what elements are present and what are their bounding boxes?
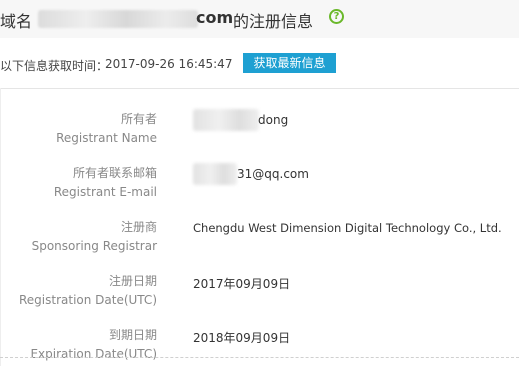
registration-date-label: 注册日期 Registration Date(UTC) <box>19 272 157 310</box>
expiration-date-label-en: Expiration Date(UTC) <box>30 347 157 361</box>
fetch-time-label: 以下信息获取时间： <box>0 59 109 73</box>
registrant-name-label: 所有者 Registrant Name <box>56 110 157 148</box>
sponsoring-registrar-label-en: Sponsoring Registrar <box>31 239 157 253</box>
sponsoring-registrar-label-zh: 注册商 <box>120 220 157 234</box>
redacted-domain-name <box>38 10 198 28</box>
registrant-email-value: 31@qq.com <box>237 167 309 181</box>
row-divider <box>0 357 519 358</box>
left-border <box>0 88 1 366</box>
registration-date-label-zh: 注册日期 <box>108 274 157 288</box>
redacted-registrant-name <box>193 109 259 131</box>
registrant-email-label-zh: 所有者联系邮箱 <box>72 166 157 180</box>
sponsoring-registrar-label: 注册商 Sponsoring Registrar <box>32 218 157 256</box>
header-prefix: 域名 <box>0 12 33 31</box>
page-header: 域名 com 的注册信息 ? <box>0 0 519 38</box>
registration-date-label-en: Registration Date(UTC) <box>18 293 157 307</box>
registrant-name-value: dong <box>258 113 289 127</box>
registrant-email-label-en: Registrant E-mail <box>53 185 157 199</box>
sponsoring-registrar-value: Chengdu West Dimension Digital Technolog… <box>193 221 502 235</box>
registrant-name-label-zh: 所有者 <box>120 112 157 126</box>
registrant-email-label: 所有者联系邮箱 Registrant E-mail <box>54 164 157 202</box>
expiration-date-value: 2018年09月09日 <box>193 331 291 345</box>
expiration-date-label: 到期日期 Expiration Date(UTC) <box>30 326 157 364</box>
fetch-time-value: 2017-09-26 16:45:47 <box>105 57 233 71</box>
expiration-date-label-zh: 到期日期 <box>108 328 157 342</box>
redacted-registrant-email <box>193 163 237 185</box>
help-icon[interactable]: ? <box>329 9 344 24</box>
refresh-info-button[interactable]: 获取最新信息 <box>243 53 336 73</box>
registration-date-value: 2017年09月09日 <box>193 277 291 291</box>
header-title-suffix: 的注册信息 <box>233 12 314 31</box>
header-domain-suffix: com <box>196 8 234 27</box>
registrant-name-label-en: Registrant Name <box>56 131 157 145</box>
